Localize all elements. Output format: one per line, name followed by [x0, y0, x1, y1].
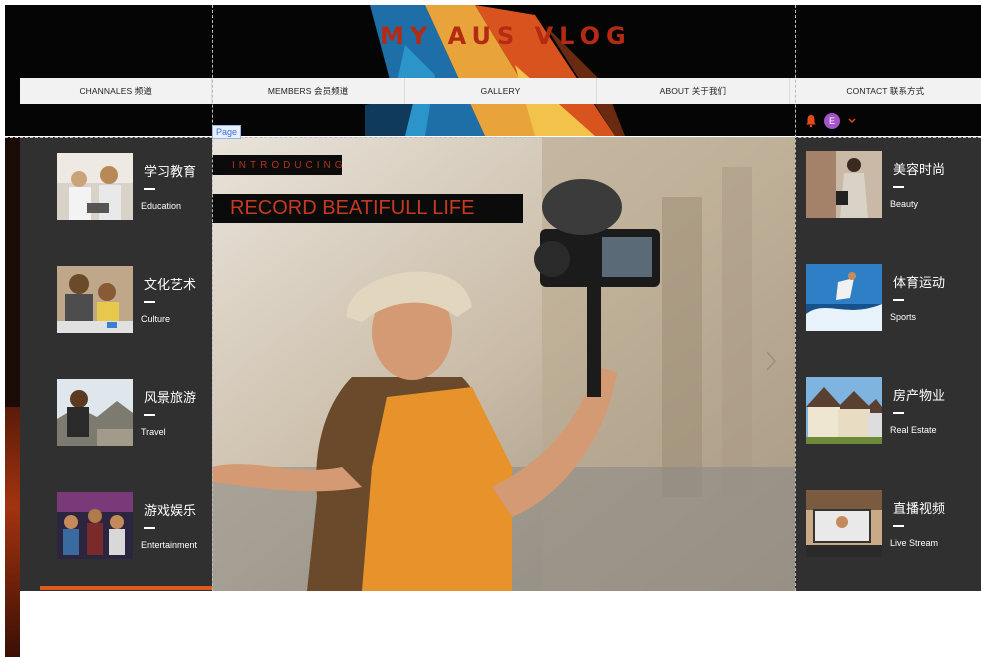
category-subtitle: Culture [141, 314, 171, 324]
nav-item-contact[interactable]: CONTACT 联系方式 [788, 78, 981, 104]
culture-thumbnail[interactable] [57, 266, 133, 333]
divider [144, 527, 155, 529]
category-entertainment[interactable]: 游戏娱乐 Entertainment [57, 492, 237, 562]
active-indicator [40, 586, 212, 590]
layout-guide [212, 5, 213, 591]
category-subtitle: Live Stream [890, 538, 939, 548]
category-travel[interactable]: 风景旅游 Travel [57, 379, 237, 449]
chevron-right-icon[interactable] [764, 350, 778, 372]
live-stream-thumbnail[interactable] [806, 490, 882, 557]
divider [144, 414, 155, 416]
divider [144, 301, 155, 303]
divider [144, 188, 155, 190]
category-title: 风景旅游 [144, 391, 197, 406]
category-title: 房产物业 [893, 389, 946, 404]
category-title: 学习教育 [144, 165, 197, 180]
hero-intro-label: INTRODUCING [212, 155, 343, 175]
nav-item-channels[interactable]: CHANNALES 频道 [20, 78, 211, 104]
page-section-tag[interactable]: Page [212, 125, 242, 139]
category-subtitle: Travel [141, 427, 166, 437]
layout-guide [795, 5, 796, 591]
chevron-down-icon[interactable] [846, 114, 858, 126]
category-subtitle: Sports [890, 312, 917, 322]
main-nav: CHANNALES 频道 MEMBERS 会员频道 GALLERY ABOUT … [20, 78, 981, 104]
entertainment-thumbnail[interactable] [57, 492, 133, 559]
category-sports[interactable]: 体育运动 Sports [806, 264, 981, 334]
divider [893, 186, 904, 188]
divider [893, 525, 904, 527]
category-education[interactable]: 学习教育 Education [57, 153, 237, 223]
category-real-estate[interactable]: 房产物业 Real Estate [806, 377, 981, 447]
nav-item-gallery[interactable]: GALLERY [403, 78, 596, 104]
left-edge-background [5, 137, 20, 657]
category-culture[interactable]: 文化艺术 Culture [57, 266, 237, 336]
category-live-stream[interactable]: 直播视频 Live Stream [806, 490, 981, 560]
category-subtitle: Beauty [890, 199, 919, 209]
divider [893, 412, 904, 414]
nav-item-about[interactable]: ABOUT 关于我们 [596, 78, 788, 104]
category-subtitle: Entertainment [141, 540, 198, 550]
left-category-panel: 学习教育 Education 文化艺术 Culture 风景旅游 Travel … [20, 137, 212, 591]
nav-item-members[interactable]: MEMBERS 会员频道 [211, 78, 403, 104]
category-beauty[interactable]: 美容时尚 Beauty [806, 151, 981, 221]
real-estate-thumbnail[interactable] [806, 377, 882, 444]
category-title: 直播视频 [893, 502, 946, 517]
category-title: 美容时尚 [893, 163, 946, 178]
site-title[interactable]: MY AUS VLOG [380, 22, 626, 50]
category-title: 体育运动 [893, 276, 946, 291]
user-avatar[interactable]: E [824, 113, 840, 129]
layout-guide [5, 137, 981, 138]
travel-thumbnail[interactable] [57, 379, 133, 446]
divider [893, 299, 904, 301]
bell-icon[interactable] [805, 114, 817, 127]
beauty-thumbnail[interactable] [806, 151, 882, 218]
category-subtitle: Education [141, 201, 182, 211]
category-title: 游戏娱乐 [144, 504, 197, 519]
category-subtitle: Real Estate [890, 425, 937, 435]
right-category-panel: 美容时尚 Beauty 体育运动 Sports 房产物业 Real Estate… [795, 137, 981, 591]
sports-thumbnail[interactable] [806, 264, 882, 331]
hero-headline: RECORD BEATIFULL LIFE [212, 194, 523, 223]
education-thumbnail[interactable] [57, 153, 133, 220]
category-title: 文化艺术 [144, 278, 197, 293]
